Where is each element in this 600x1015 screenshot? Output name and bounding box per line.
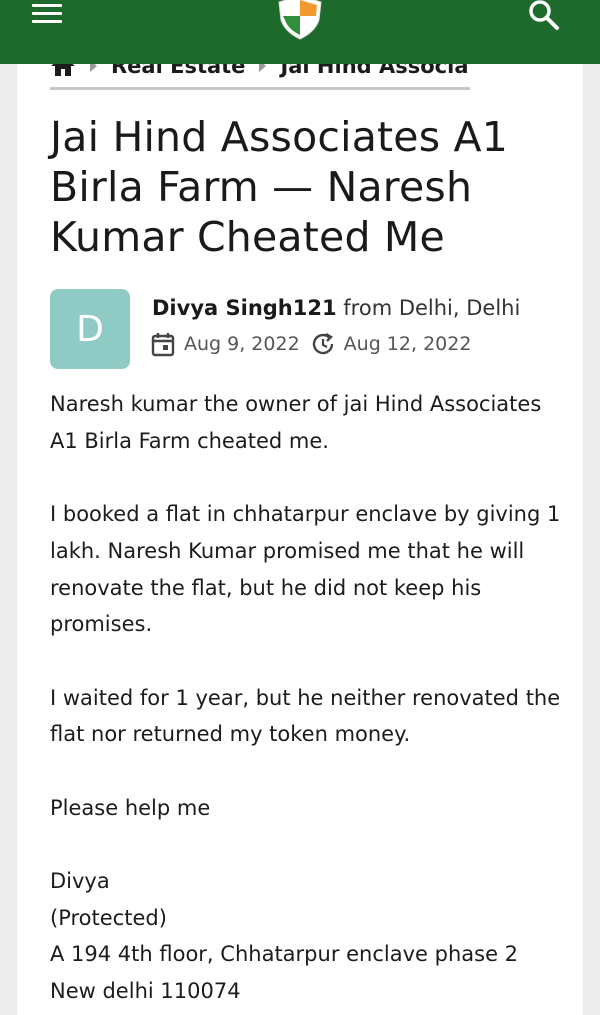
body-paragraph: Please help me [50, 795, 211, 820]
body-paragraph: I waited for 1 year, but he neither reno… [50, 685, 561, 747]
post-body: Naresh kumar the owner of jai Hind Assoc… [50, 386, 565, 1010]
top-app-bar [0, 0, 600, 64]
author-location: from Delhi, Delhi [343, 296, 521, 320]
signature-address-line: New delhi 110074 [50, 979, 241, 1004]
update-history-icon [312, 332, 333, 355]
signature-address-line: A 194 4th floor, Chhatarpur enclave phas… [50, 942, 519, 967]
post-dates: Aug 9, 2022 Aug 12, 2022 [150, 331, 471, 357]
avatar[interactable]: D [50, 289, 130, 369]
posted-date: Aug 9, 2022 [184, 333, 300, 355]
calendar-icon [151, 333, 175, 357]
author-line: Divya Singh121 from Delhi, Delhi [152, 296, 520, 320]
signature-name: Divya [50, 869, 110, 894]
signature-note: (Protected) [50, 905, 167, 930]
body-paragraph: I booked a flat in chhatarpur enclave by… [50, 502, 561, 637]
post-title: Jai Hind Associates A1 Birla Farm — Nare… [50, 113, 509, 261]
body-paragraph: Naresh kumar the owner of jai Hind Assoc… [50, 392, 542, 453]
author-name[interactable]: Divya Singh121 [152, 296, 337, 320]
shield-logo-icon[interactable] [275, 0, 325, 40]
updated-date: Aug 12, 2022 [343, 333, 472, 355]
hamburger-menu-icon[interactable] [32, 4, 62, 26]
search-icon[interactable] [526, 0, 560, 32]
